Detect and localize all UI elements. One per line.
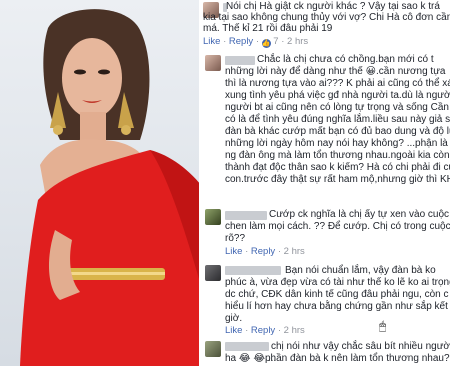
commenter-name[interactable] (225, 342, 269, 351)
timestamp: 2 hrs (287, 36, 309, 47)
comment-text-line: rõ?? (225, 233, 246, 244)
comment-text-line: Nói chị Hà giật ck người khác ? Vậy tại … (226, 1, 440, 12)
timestamp: 2 hrs (283, 325, 305, 336)
like-link[interactable]: Like (203, 36, 220, 47)
reply-link[interactable]: Reply (251, 246, 275, 257)
comment-text-line: Chắc là chị chưa có chồng.bạn mới có t (257, 54, 434, 65)
photo-illustration (20, 9, 205, 366)
comment-text-line: đàn bà khác cướp mất bạn có đủ bao dung … (225, 126, 450, 137)
comment-text-line: có là để tình yêu đúng nghĩa lắm.liều sa… (225, 114, 450, 125)
comment-meta: Like · Reply · 2 hrs (225, 325, 305, 336)
commenter-name[interactable] (225, 56, 255, 65)
avatar[interactable] (205, 265, 221, 281)
comment-text-line: chen làm mọi cách. ?? Để cướp. Chị có tr… (225, 221, 450, 232)
comment-text-line: chị nói như vậy chắc sâu bít nhiều người… (271, 341, 450, 352)
comment-text-line: con.trước đây thật sự rất ham mộ,nhưng g… (225, 174, 450, 185)
comment-text-line: kia tại sao không chung thủy với vợ? Chi… (203, 12, 450, 23)
thumbs-up-icon: 👍 (261, 39, 271, 48)
like-link[interactable]: Like (225, 325, 242, 336)
comment-text-line: phúc à, vừa đẹp vừa có tài như thế ko lẽ… (225, 277, 450, 288)
avatar[interactable] (205, 209, 221, 225)
comment-text-line: hiểu lí hơn hay chưa bằng chứng gần như … (225, 301, 450, 312)
avatar[interactable] (205, 341, 221, 357)
mouse-cursor-icon: 🖱 (379, 319, 387, 333)
comment-text-line: má. Thế kỉ 21 rồi đâu phải 19 (203, 23, 333, 34)
comment-text-line: Bạn nói chuẩn lắm, vậy đàn bà ko (285, 265, 436, 276)
comment-text-line: những lời ngày hôm nay nói hay không? ..… (225, 138, 450, 149)
reply-link[interactable]: Reply (229, 36, 253, 47)
commenter-name[interactable] (225, 266, 281, 275)
comment-text-line: phần đàn bà k nên làm tổn thương nhau???… (265, 353, 450, 364)
like-count: 7 (273, 36, 279, 47)
reply-link[interactable]: Reply (251, 325, 275, 336)
comment-text-line: người bt ai cũng nên có lòng tự trọng và… (225, 102, 450, 113)
like-link[interactable]: Like (225, 246, 242, 257)
comment-text-line: thành đạt độc thân sao k kiếm? Hà có chi… (225, 162, 450, 173)
comment-text-line: dc chứ, CĐK dân kinh tế cũng đâu phải ng… (225, 289, 449, 300)
timestamp: 2 hrs (283, 246, 305, 257)
comment-thread: Nói chị Hà giật ck người khác ? Vậy tại … (199, 0, 450, 366)
avatar[interactable] (205, 55, 221, 71)
comment-text-line: Cướp ck nghĩa là chị ấy tự xen vào cuộc … (269, 209, 450, 220)
comment-meta: Like · Reply · 2 hrs (225, 246, 305, 257)
comment-text-line: xung tình yêu phá việc gđ nhà người ta.d… (225, 90, 450, 101)
commenter-name[interactable] (225, 211, 267, 220)
comment-text-line: giờ. (225, 313, 243, 324)
celebrity-photo (0, 0, 205, 366)
comment-meta: Like · Reply · 👍 7 · 2 hrs (203, 36, 309, 48)
comment-text-line: ng đàn ông mà làm tổn thương nhau.ngoài … (225, 150, 450, 161)
comment-text-line: những lời này để dàng như thế 😀.cần nươn… (225, 66, 446, 77)
comment-text-line: thì là nương tựa vào ai??? K phải ai cũn… (225, 78, 450, 89)
